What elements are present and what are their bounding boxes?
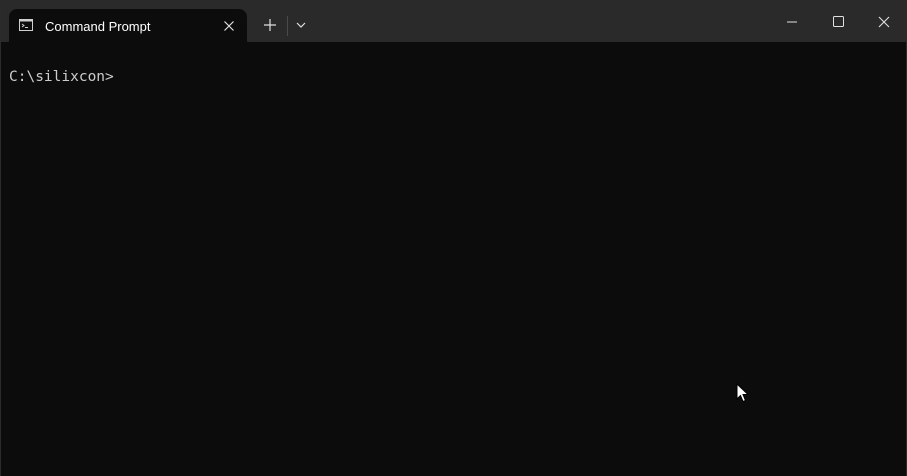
mouse-pointer-icon <box>736 383 750 403</box>
tab-close-icon[interactable] <box>221 18 237 34</box>
minimize-button[interactable] <box>769 1 815 42</box>
command-prompt-line: C:\silixcon> <box>9 69 114 85</box>
plus-icon[interactable] <box>263 18 277 32</box>
tab-title: Command Prompt <box>45 19 151 34</box>
minimize-icon <box>787 21 797 23</box>
title-bar[interactable]: Command Prompt <box>1 1 906 42</box>
tab-separator <box>287 16 288 36</box>
close-icon <box>878 16 890 28</box>
terminal-window: Command Prompt C:\silixcon> <box>0 0 907 476</box>
terminal-output[interactable]: C:\silixcon> <box>1 42 906 476</box>
maximize-icon <box>833 16 844 27</box>
cmd-icon <box>19 19 33 31</box>
tab-command-prompt[interactable]: Command Prompt <box>9 9 247 42</box>
chevron-down-icon[interactable] <box>295 21 307 29</box>
maximize-button[interactable] <box>815 1 861 42</box>
close-button[interactable] <box>861 1 907 42</box>
